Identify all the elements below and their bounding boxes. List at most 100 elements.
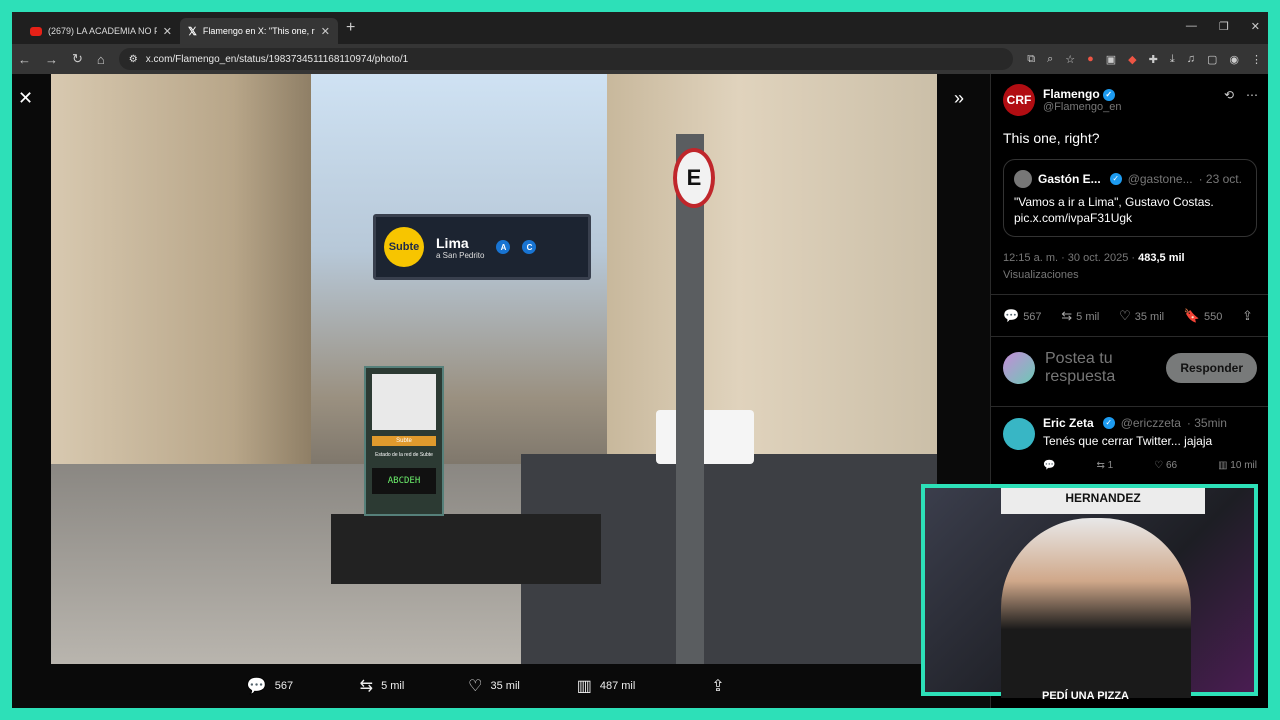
more-icon[interactable]: ⋯ bbox=[1246, 88, 1258, 102]
author-handle[interactable]: @Flamengo_en bbox=[1043, 101, 1121, 113]
extension-icon[interactable]: ● bbox=[1087, 53, 1094, 66]
site-info-icon[interactable]: ⚙ bbox=[129, 54, 138, 65]
close-window-icon[interactable]: ✕ bbox=[1251, 20, 1260, 33]
subte-logo: Subte bbox=[384, 227, 424, 267]
back-icon[interactable]: ← bbox=[18, 52, 31, 67]
reply-button[interactable]: 💬 567 bbox=[214, 676, 326, 696]
bookmark-button[interactable]: 🔖 550 bbox=[1184, 308, 1223, 324]
tab-group-icon[interactable]: ▢ bbox=[1207, 53, 1217, 66]
view-count: 10 mil bbox=[1230, 460, 1257, 471]
divider bbox=[991, 294, 1268, 295]
grok-icon[interactable]: ⟲ bbox=[1224, 88, 1234, 102]
repost-count: 5 mil bbox=[1076, 311, 1100, 323]
webcam-overlay: HERNANDEZ bbox=[921, 484, 1258, 698]
zoom-icon[interactable]: ⌕ bbox=[1047, 53, 1053, 66]
address-bar[interactable]: ⚙ x.com/Flamengo_en/status/1983734511168… bbox=[118, 48, 1014, 70]
download-icon[interactable]: ⤓ bbox=[1170, 53, 1175, 66]
tab-flamengo[interactable]: 𝕏 Flamengo en X: "This one, right ✕ bbox=[180, 18, 338, 44]
subte-station-sign: Subte Lima a San Pedrito A C bbox=[373, 214, 591, 280]
reply-count: 567 bbox=[274, 680, 294, 692]
tab-title: (2679) LA ACADEMIA NO PUDO bbox=[48, 26, 157, 36]
quote-link[interactable]: pic.x.com/ivpaF31Ugk bbox=[1014, 210, 1246, 226]
minimize-icon[interactable]: — bbox=[1186, 20, 1197, 33]
avatar bbox=[1014, 170, 1032, 188]
repost-button[interactable]: ⇆ 5 mil bbox=[326, 676, 438, 696]
extension-icon[interactable]: ▣ bbox=[1106, 53, 1116, 66]
maximize-icon[interactable]: ❐ bbox=[1219, 20, 1229, 33]
verified-icon: ✓ bbox=[1102, 88, 1115, 101]
kiosk-screen bbox=[372, 374, 436, 430]
like-button[interactable]: ♡ 35 mil bbox=[438, 676, 550, 696]
menu-icon[interactable]: ⋮ bbox=[1251, 53, 1262, 66]
close-icon[interactable]: ✕ bbox=[18, 88, 33, 109]
heart-icon: ♡ bbox=[468, 678, 483, 695]
quote-handle: @gastone... bbox=[1127, 172, 1193, 186]
post-text: This one, right? bbox=[1003, 130, 1100, 146]
post-photo[interactable]: E Subte Lima a San Pedrito A C Subte Est… bbox=[51, 74, 937, 664]
new-tab-button[interactable]: + bbox=[346, 19, 355, 37]
tab-title: Flamengo en X: "This one, right bbox=[202, 26, 315, 36]
repost-count: 5 mil bbox=[381, 680, 405, 692]
views-button[interactable]: ▥ 10 mil bbox=[1218, 460, 1257, 471]
tab-youtube[interactable]: (2679) LA ACADEMIA NO PUDO ✕ bbox=[22, 18, 180, 44]
close-tab-icon[interactable]: ✕ bbox=[163, 25, 172, 38]
bookmark-star-icon[interactable]: ☆ bbox=[1065, 53, 1075, 66]
puzzle-icon[interactable]: ✚ bbox=[1149, 53, 1158, 66]
reload-icon[interactable]: ↻ bbox=[72, 51, 83, 67]
kiosk-label: Subte bbox=[372, 436, 436, 446]
footer-ticker: PEDÍ UNA PIZZA bbox=[1042, 690, 1129, 702]
line-a-badge: A bbox=[496, 240, 511, 254]
reply-icon[interactable]: 💬 bbox=[1043, 460, 1055, 471]
station-subname: a San Pedrito bbox=[436, 250, 485, 260]
reply-composer: Postea tu respuesta Responder bbox=[1003, 350, 1257, 386]
reply-input[interactable]: Postea tu respuesta bbox=[1045, 350, 1156, 386]
youtube-icon bbox=[30, 26, 42, 36]
install-icon[interactable]: ⧉ bbox=[1027, 53, 1035, 66]
expand-panel-icon[interactable]: » bbox=[954, 88, 964, 109]
heart-icon: ♡ bbox=[1119, 308, 1131, 323]
views-icon: ▥ bbox=[576, 678, 592, 695]
post-header: CRF Flamengo ✓ @Flamengo_en bbox=[1003, 84, 1121, 116]
repost-button[interactable]: ⇆ 5 mil bbox=[1061, 308, 1099, 324]
photo-action-bar: 💬 567 ⇆ 5 mil ♡ 35 mil ▥ 487 mil ⇪ bbox=[51, 664, 937, 708]
home-icon[interactable]: ⌂ bbox=[97, 52, 105, 67]
share-button[interactable]: ⇪ bbox=[662, 676, 774, 696]
station-name: Lima bbox=[436, 234, 469, 251]
navigation-bar: ← → ↻ ⌂ ⚙ x.com/Flamengo_en/status/19837… bbox=[12, 44, 1268, 74]
share-icon: ⇪ bbox=[711, 678, 725, 695]
reply-time: · 35min bbox=[1186, 416, 1227, 430]
forward-icon[interactable]: → bbox=[45, 52, 58, 67]
avatar[interactable]: CRF bbox=[1003, 84, 1035, 116]
author-name[interactable]: Flamengo ✓ bbox=[1043, 87, 1121, 101]
reply-header: Eric Zeta ✓ @ericzzeta · 35min bbox=[1043, 416, 1257, 430]
reply-item[interactable]: Eric Zeta ✓ @ericzzeta · 35min Tenés que… bbox=[1003, 416, 1257, 471]
reply-count: 567 bbox=[1023, 311, 1042, 323]
post-views: 483,5 mil bbox=[1138, 252, 1185, 264]
share-button[interactable]: ⇪ bbox=[1242, 308, 1257, 324]
verified-icon: ✓ bbox=[1102, 417, 1115, 429]
pdf-extension-icon[interactable]: ◆ bbox=[1128, 53, 1136, 66]
close-tab-icon[interactable]: ✕ bbox=[321, 25, 330, 38]
quote-header: Gastón E... ✓ @gastone... · 23 oct. bbox=[1014, 170, 1246, 188]
media-icon[interactable]: ♫ bbox=[1187, 53, 1195, 66]
kiosk-caption: Estado de la red de Subte bbox=[375, 452, 433, 458]
quoted-post[interactable]: Gastón E... ✓ @gastone... · 23 oct. "Vam… bbox=[1003, 159, 1257, 237]
profile-icon[interactable]: ◉ bbox=[1229, 53, 1239, 66]
like-button[interactable]: ♡ 35 mil bbox=[1119, 308, 1164, 324]
reply-icon: 💬 bbox=[1003, 308, 1020, 323]
post-meta: 12:15 a. m. · 30 oct. 2025 · 483,5 mil V… bbox=[1003, 250, 1257, 284]
views-label: Visualizaciones bbox=[1003, 269, 1079, 281]
like-count: 66 bbox=[1165, 460, 1178, 471]
repost-button[interactable]: ⇆ 1 bbox=[1096, 460, 1113, 471]
author-name-text: Flamengo bbox=[1043, 87, 1100, 101]
reply-button[interactable]: 💬 567 bbox=[1003, 308, 1042, 324]
like-button[interactable]: ♡ 66 bbox=[1154, 460, 1177, 471]
like-count: 35 mil bbox=[490, 680, 520, 692]
avatar[interactable] bbox=[1003, 418, 1035, 450]
reply-submit-button[interactable]: Responder bbox=[1166, 353, 1257, 383]
bookmark-icon: 🔖 bbox=[1183, 308, 1200, 323]
quote-author: Gastón E... bbox=[1038, 172, 1101, 186]
reply-author[interactable]: Eric Zeta bbox=[1043, 416, 1094, 430]
post-timestamp[interactable]: 12:15 a. m. · 30 oct. 2025 · bbox=[1003, 252, 1135, 264]
views-button[interactable]: ▥ 487 mil bbox=[550, 676, 662, 696]
